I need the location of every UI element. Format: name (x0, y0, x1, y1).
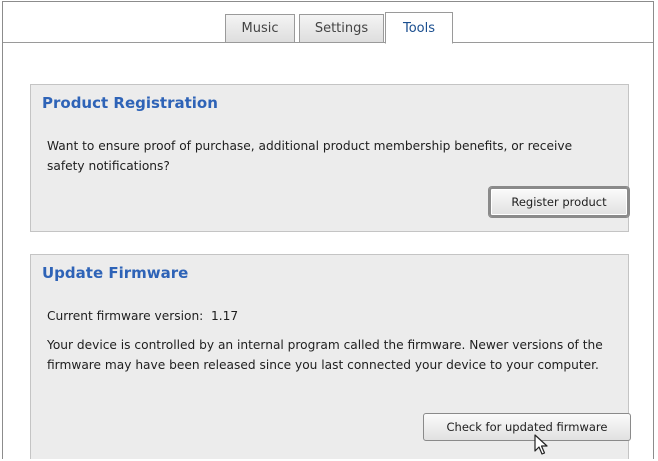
update-firmware-panel: Update Firmware Current firmware version… (30, 254, 631, 459)
tab-music-label: Music (241, 21, 279, 36)
firmware-version-label: Current firmware version: (47, 309, 204, 323)
tab-tools-label: Tools (402, 20, 436, 36)
update-firmware-title: Update Firmware (42, 264, 189, 282)
check-firmware-button[interactable]: Check for updated firmware (423, 413, 631, 441)
firmware-version-line: Current firmware version: 1.17 (47, 306, 612, 326)
tab-tools[interactable]: Tools (385, 12, 453, 44)
check-firmware-button-label: Check for updated firmware (446, 420, 608, 434)
tools-window: Music Settings Tools Product Registratio… (2, 1, 654, 459)
firmware-description: Your device is controlled by an internal… (47, 338, 603, 372)
tab-settings[interactable]: Settings (299, 14, 384, 43)
tab-settings-label: Settings (314, 21, 369, 36)
firmware-version-value: 1.17 (211, 309, 239, 323)
register-product-button-label: Register product (511, 195, 607, 209)
tab-music[interactable]: Music (225, 14, 295, 43)
register-product-button[interactable]: Register product (489, 187, 629, 217)
product-registration-description: Want to ensure proof of purchase, additi… (47, 139, 573, 173)
mouse-pointer-icon (534, 434, 548, 455)
product-registration-panel: Product Registration Want to ensure proo… (30, 84, 629, 232)
product-registration-title: Product Registration (42, 94, 218, 112)
tab-strip: Music Settings Tools (3, 2, 653, 44)
